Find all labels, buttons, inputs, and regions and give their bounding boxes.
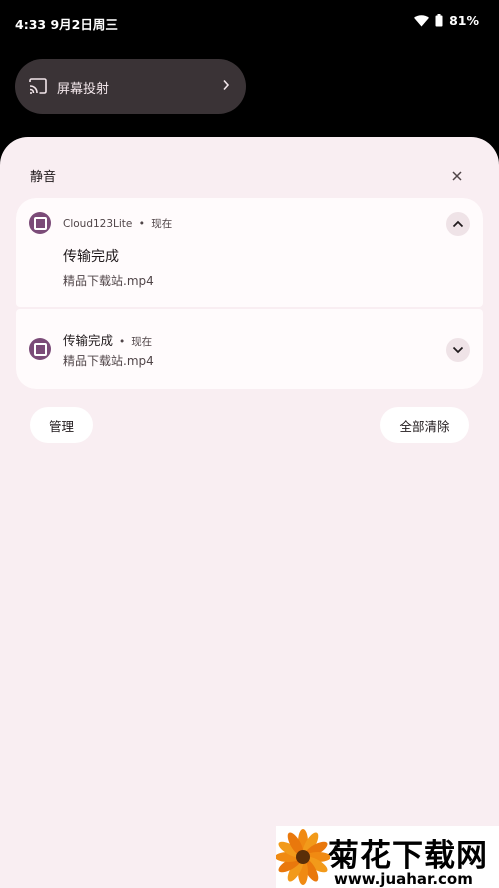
collapse-button[interactable]	[446, 212, 470, 236]
notification-time: 现在	[151, 218, 173, 230]
notification-shade: 静音 Cloud123Lite • 现在 传输完成 精品下载站.mp4 传输完成…	[0, 137, 499, 888]
app-name: Cloud123Lite	[63, 218, 133, 230]
notification-title: 传输完成	[63, 249, 119, 265]
section-title-silent: 静音	[30, 170, 57, 185]
notification-time: 现在	[131, 336, 153, 348]
watermark-title: 菊花下载网	[328, 838, 488, 874]
app-icon	[29, 338, 51, 360]
notification-card-collapsed[interactable]: 传输完成 • 现在 精品下载站.mp4	[16, 309, 483, 389]
status-bar: 4:33 9月2日周三 81%	[0, 0, 499, 44]
separator-dot: •	[119, 336, 126, 348]
screen-cast-tile[interactable]: 屏幕投射	[15, 59, 246, 114]
status-time: 4:33 9月2日周三	[15, 14, 118, 33]
chevron-right-icon	[222, 79, 230, 95]
notification-title: 传输完成	[63, 333, 114, 348]
app-icon	[29, 212, 51, 234]
notification-body: 精品下载站.mp4	[63, 274, 154, 288]
clear-all-button[interactable]: 全部清除	[380, 407, 469, 443]
expand-button[interactable]	[446, 338, 470, 362]
flower-logo-icon	[275, 828, 331, 888]
notification-body: 精品下载站.mp4	[63, 354, 154, 368]
clock: 4:33	[15, 17, 47, 32]
chevron-up-icon	[452, 220, 464, 228]
date: 9月2日周三	[50, 17, 118, 32]
watermark-url: www.juahar.com	[334, 870, 473, 888]
cast-icon	[29, 78, 47, 98]
battery-percent: 81%	[449, 13, 479, 28]
cast-label: 屏幕投射	[57, 82, 110, 97]
manage-button[interactable]: 管理	[30, 407, 93, 443]
wifi-icon	[414, 14, 430, 27]
status-icons: 81%	[414, 13, 479, 28]
watermark: 菊花下载网 www.juahar.com	[275, 826, 499, 888]
notification-card-expanded[interactable]: Cloud123Lite • 现在 传输完成 精品下载站.mp4	[16, 198, 483, 307]
separator-dot: •	[138, 218, 145, 230]
notification-group: Cloud123Lite • 现在 传输完成 精品下载站.mp4 传输完成 • …	[16, 198, 483, 389]
battery-icon	[435, 14, 443, 27]
chevron-down-icon	[452, 346, 464, 354]
notification-header: 传输完成 • 现在	[63, 330, 152, 349]
close-icon[interactable]	[451, 167, 463, 186]
notification-header: Cloud123Lite • 现在	[63, 216, 172, 231]
